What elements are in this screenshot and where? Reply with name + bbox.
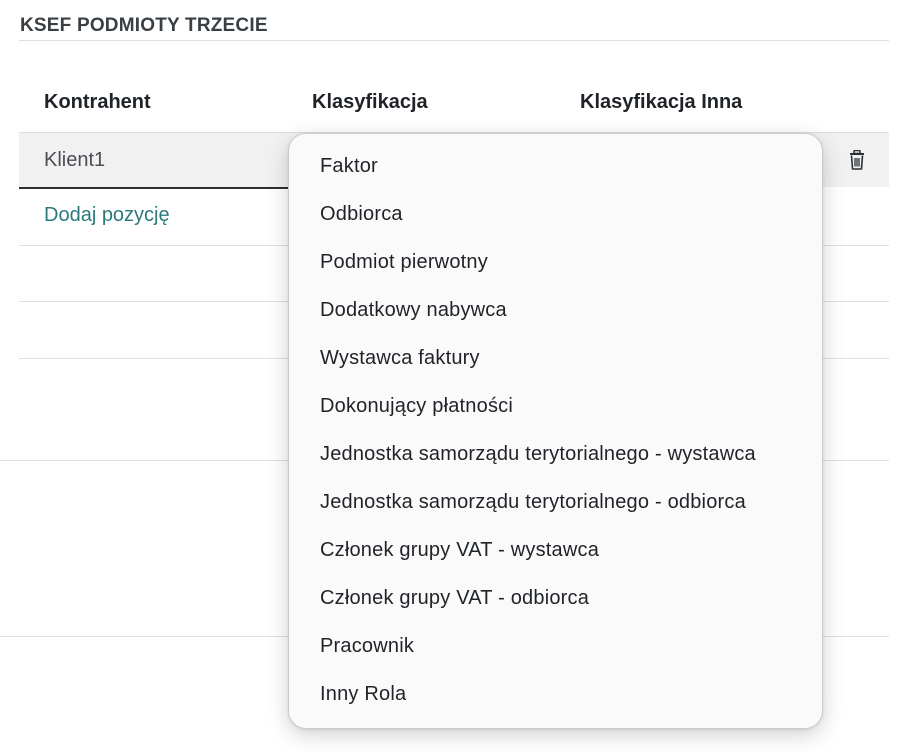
column-header-kontrahent: Kontrahent [44, 91, 151, 113]
dropdown-option[interactable]: Pracownik [289, 622, 822, 670]
column-header-klasyfikacja: Klasyfikacja [312, 91, 428, 113]
dropdown-option[interactable]: Wystawca faktury [289, 334, 822, 382]
dropdown-option[interactable]: Członek grupy VAT - odbiorca [289, 574, 822, 622]
dropdown-option[interactable]: Jednostka samorządu terytorialnego - wys… [289, 430, 822, 478]
dropdown-option[interactable]: Inny Rola [289, 670, 822, 718]
dropdown-option[interactable]: Podmiot pierwotny [289, 238, 822, 286]
table-header: Kontrahent Klasyfikacja Klasyfikacja Inn… [19, 80, 889, 132]
add-row-link[interactable]: Dodaj pozycję [44, 204, 170, 227]
trash-icon[interactable] [849, 149, 865, 170]
classification-dropdown-menu: Faktor Odbiorca Podmiot pierwotny Dodatk… [288, 133, 823, 729]
cell-kontrahent[interactable]: Klient1 [44, 149, 105, 172]
dropdown-option[interactable]: Odbiorca [289, 190, 822, 238]
section-divider [19, 40, 889, 41]
dropdown-option[interactable]: Dokonujący płatności [289, 382, 822, 430]
active-field-underline [19, 187, 299, 189]
ksef-third-parties-section: KSEF PODMIOTY TRZECIE Kontrahent Klasyfi… [0, 0, 900, 752]
dropdown-option[interactable]: Jednostka samorządu terytorialnego - odb… [289, 478, 822, 526]
section-title: KSEF PODMIOTY TRZECIE [20, 15, 268, 36]
dropdown-option[interactable]: Dodatkowy nabywca [289, 286, 822, 334]
dropdown-option[interactable]: Faktor [289, 142, 822, 190]
column-header-klasyfikacja-inna: Klasyfikacja Inna [580, 91, 743, 113]
dropdown-option[interactable]: Członek grupy VAT - wystawca [289, 526, 822, 574]
